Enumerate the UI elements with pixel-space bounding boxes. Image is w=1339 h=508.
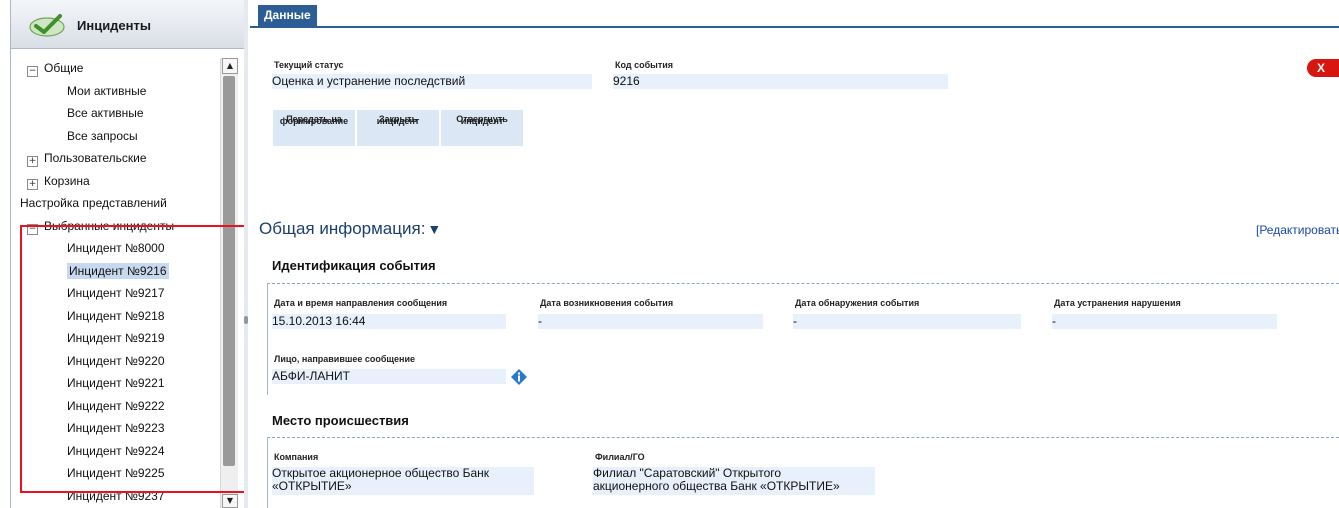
close-incident-button[interactable]: Закрыть инцидент [356, 109, 440, 147]
main-panel: Данные Текущий статус Оценка и устранени… [250, 0, 1339, 508]
identification-title: Идентификация события [272, 258, 436, 273]
sender-label: Лицо, направившее сообщение [274, 354, 416, 364]
tab-bar: Данные [250, 0, 1339, 28]
section-divider [267, 283, 1339, 284]
branch-line: акционерного общества Банк «ОТКРЫТИЕ» [593, 479, 840, 493]
sidebar-title: Инциденты [77, 18, 151, 33]
tree-item[interactable]: + Пользовательские [27, 148, 147, 168]
check-logo-icon [29, 14, 65, 37]
highlight-box [20, 225, 246, 493]
collapse-arrow-icon[interactable]: ▼ [427, 221, 441, 237]
splitter-grip[interactable] [244, 316, 248, 324]
sidebar-header: Инциденты [11, 0, 246, 49]
info-icon[interactable] [511, 369, 527, 385]
button-line: инцидент [460, 116, 504, 126]
button-line: формирование [279, 116, 349, 126]
section-edge [267, 437, 268, 508]
event-code-value: 9216 [613, 74, 948, 89]
expand-icon[interactable]: + [27, 178, 38, 190]
tree-item-label: Мои активные [67, 83, 147, 98]
tree-item-label: Все активные [67, 106, 144, 120]
branch-value: Филиал "Саратовский" Открытого акционерн… [593, 467, 875, 495]
occurrence-date-value: - [538, 314, 763, 329]
company-value: Открытое акционерное общество Банк «ОТКР… [272, 467, 534, 495]
tree-item-label: Корзина [44, 173, 90, 188]
tree-item-label: Общие [44, 61, 84, 75]
tree-item[interactable]: Все активные [67, 103, 144, 123]
tab-data[interactable]: Данные [258, 5, 317, 26]
company-label: Компания [274, 452, 319, 462]
tree-item-label: Настройка представлений [20, 196, 167, 210]
action-buttons: Передать на формирование Закрыть инцидент … [272, 109, 524, 147]
general-info-title[interactable]: Общая информация: ▼ [259, 219, 441, 239]
violation-fix-date-value: - [1052, 314, 1277, 329]
general-info-title-text: Общая информация: [259, 219, 426, 238]
close-button[interactable]: X [1307, 59, 1339, 77]
company-line: «ОТКРЫТИЕ» [272, 479, 352, 493]
status-value: Оценка и устранение последствий [272, 74, 592, 89]
tree-item[interactable]: Настройка представлений [20, 193, 167, 213]
status-label: Текущий статус [274, 60, 344, 70]
tree-item[interactable]: − Общие [27, 58, 83, 78]
sent-datetime-label: Дата и время направления сообщения [274, 298, 448, 308]
tree-item-label: Пользовательские [44, 151, 147, 165]
branch-label: Филиал/ГО [595, 452, 645, 462]
tree-item[interactable]: Мои активные [67, 81, 146, 101]
panel-splitter[interactable] [244, 0, 248, 508]
violation-fix-date-label: Дата устранения нарушения [1054, 298, 1181, 308]
scroll-down-button[interactable]: ▼ [222, 494, 238, 508]
sent-datetime-value: 15.10.2013 16:44 [272, 314, 506, 329]
detection-date-value: - [793, 314, 1021, 329]
tree-item[interactable]: + Корзина [27, 171, 90, 191]
button-line: инцидент [376, 116, 420, 126]
sender-value: АБФИ-ЛАНИТ [272, 369, 506, 384]
section-divider [267, 437, 1339, 438]
reject-incident-button[interactable]: Отвергнуть инцидент [440, 109, 524, 147]
location-title: Место происшествия [272, 413, 409, 428]
event-code-label: Код события [615, 60, 674, 70]
scroll-up-button[interactable]: ▲ [222, 58, 238, 74]
expand-icon[interactable]: + [27, 156, 38, 167]
tree-item-label: Все запросы [67, 128, 138, 143]
transfer-to-formation-button[interactable]: Передать на формирование [272, 109, 356, 147]
edit-link[interactable]: [Редактировать] [1256, 223, 1339, 237]
section-edge [267, 283, 268, 395]
occurrence-date-label: Дата возникновения события [540, 298, 674, 308]
collapse-icon[interactable]: − [27, 66, 38, 77]
tree-item[interactable]: Все запросы [67, 126, 138, 146]
sidebar: Инциденты − Общие Мои активные Все активные… [0, 0, 248, 508]
detection-date-label: Дата обнаружения события [795, 298, 920, 308]
